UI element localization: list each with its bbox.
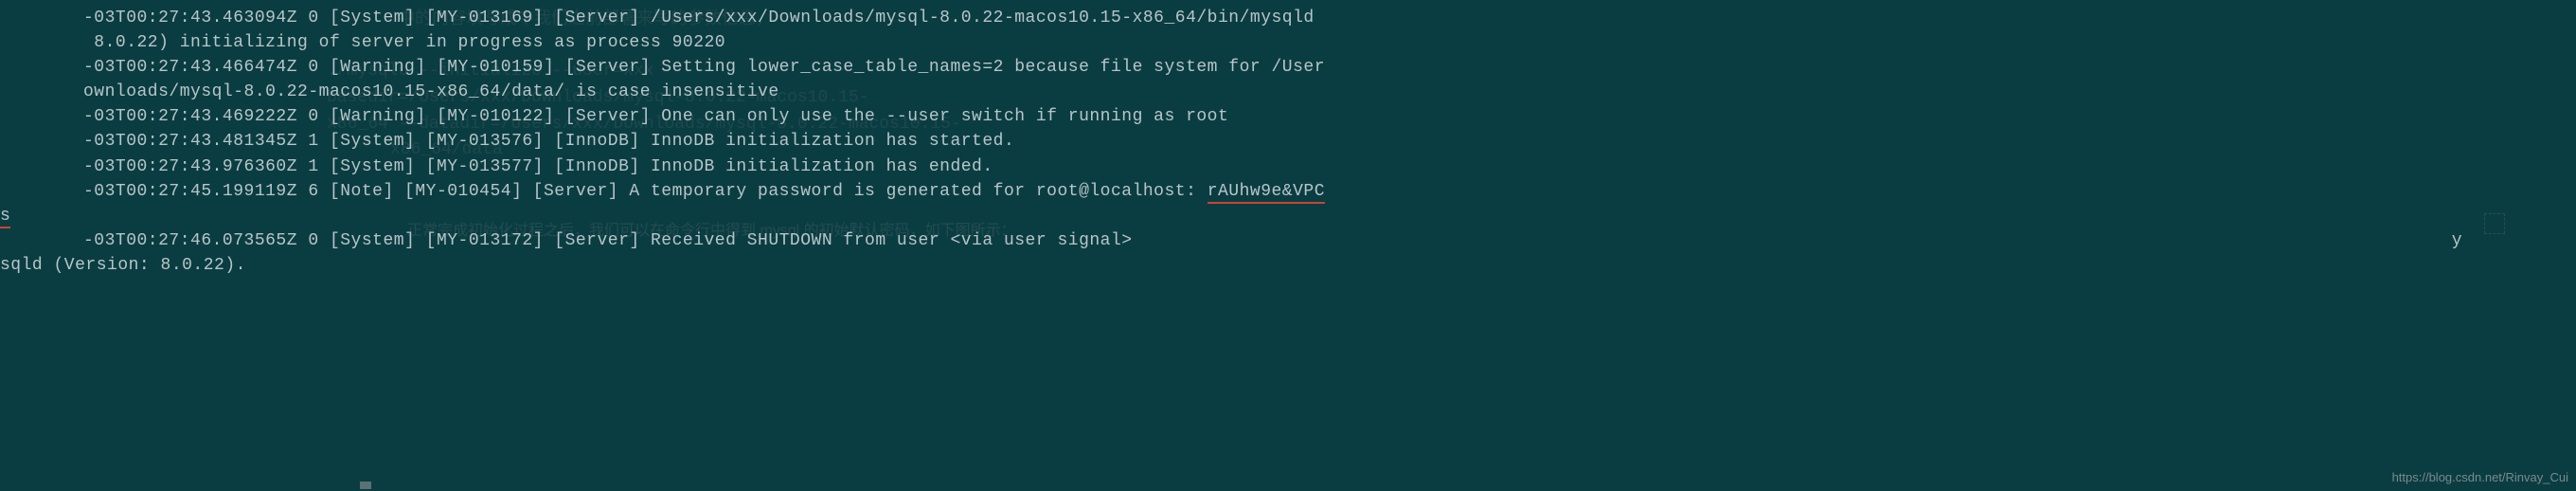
log-line: -03T00:27:43.976360Z 1 [System] [MY-0135… [0,155,2576,179]
log-line: -03T00:27:43.469222Z 0 [Warning] [MY-010… [0,104,2576,129]
log-line-password: -03T00:27:45.199119Z 6 [Note] [MY-010454… [0,179,2576,204]
log-line: 8.0.22) initializing of server in progre… [0,30,2576,55]
log-line: -03T00:27:46.073565Z 0 [System] [MY-0131… [0,228,2576,253]
generated-password: rAUhw9e&VPC [1208,182,1325,204]
scrollbar-indicator [360,482,371,489]
ghost-image-placeholder [2484,213,2505,234]
watermark: https://blog.csdn.net/Rinvay_Cui [2392,469,2568,487]
log-line: ownloads/mysql-8.0.22-macos10.15-x86_64/… [0,80,2576,104]
log-line: -03T00:27:43.466474Z 0 [Warning] [MY-010… [0,55,2576,80]
log-line-continue: sqld (Version: 8.0.22). [0,253,2576,278]
trailing-char: y [2452,228,2576,253]
log-line-continue: s [0,204,2576,228]
log-line: -03T00:27:43.463094Z 0 [System] [MY-0131… [0,6,2576,30]
log-line: -03T00:27:43.481345Z 1 [System] [MY-0135… [0,129,2576,154]
